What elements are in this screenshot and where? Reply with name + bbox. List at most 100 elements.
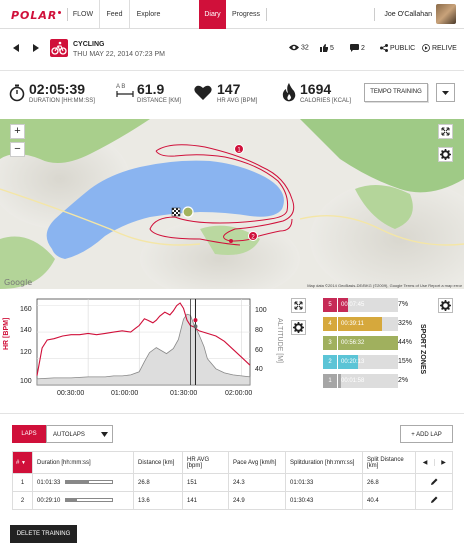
divider	[0, 413, 464, 414]
column-header[interactable]: Duration [hh:mm:ss]	[32, 451, 134, 474]
map-canvas[interactable]: 1 2	[0, 119, 464, 289]
thumbs-up-icon	[320, 44, 328, 52]
zone-number: 4	[323, 317, 337, 331]
relive-button[interactable]: RELIVE	[422, 44, 457, 52]
polar-logo[interactable]: POLAR	[11, 9, 62, 22]
y2-tick: 40	[255, 366, 263, 373]
edit-lap-button[interactable]	[415, 473, 453, 492]
likes-count[interactable]: 5	[320, 44, 334, 52]
column-header[interactable]: Distance [km]	[133, 451, 183, 474]
nav-flow[interactable]: FLOW	[67, 0, 99, 29]
edit-lap-button[interactable]	[415, 491, 453, 510]
next-arrow-icon[interactable]	[33, 44, 39, 52]
expand-icon	[441, 127, 450, 136]
visibility-public[interactable]: PUBLIC	[380, 44, 415, 52]
lap-duration: 01:01:33	[32, 473, 134, 492]
autolaps-label: AUTOLAPS	[53, 432, 85, 438]
duration-bar-fill	[66, 480, 89, 483]
user-name[interactable]: Joe O'Callahan	[384, 11, 432, 18]
column-next-icon[interactable]: ▶	[434, 459, 452, 466]
play-circle-icon	[422, 44, 430, 52]
previous-arrow-icon[interactable]	[13, 44, 19, 52]
sport-name: CYCLING	[73, 41, 105, 48]
eye-icon	[289, 44, 299, 51]
session-date: THU MAY 22, 2014 07:23 PM	[73, 51, 165, 58]
route-map[interactable]: 1 2 + − Google Map data ©2014 GeoBasis-D…	[0, 119, 464, 289]
table-row[interactable]: 2 00:29:10 13.6 141 24.9 01:30:43 40.4	[12, 491, 453, 510]
zone-time: 00:20:13	[341, 359, 365, 365]
zoom-out-button[interactable]: −	[10, 142, 25, 157]
nav-diary[interactable]: Diary	[199, 0, 226, 29]
duration-bar	[65, 479, 114, 484]
altitude-position-dot	[193, 324, 198, 329]
zone-percent: 7%	[398, 301, 409, 308]
views-count: 32	[289, 44, 309, 51]
position-dot	[229, 239, 233, 243]
zone-time: 00:07:45	[341, 302, 365, 308]
zone-time: 00:56:32	[341, 340, 365, 346]
column-header[interactable]: Split Distance [km]	[362, 451, 416, 474]
hr-avg-label: HR AVG [BPM]	[217, 98, 258, 104]
distance-label: DISTANCE [KM]	[137, 98, 181, 104]
add-lap-button[interactable]: + ADD LAP	[400, 425, 453, 443]
nav-explore[interactable]: Explore	[129, 0, 167, 29]
sport-zones-label: SPORT ZONES	[419, 324, 426, 375]
lap-duration-text: 00:29:10	[37, 497, 61, 504]
share-icon	[380, 44, 388, 52]
sort-column-header[interactable]: # ▼	[12, 451, 33, 474]
avatar[interactable]	[436, 4, 456, 24]
duration-bar-fill	[66, 498, 77, 501]
training-type-dropdown[interactable]	[436, 83, 455, 102]
zone-bar: 00:39:11	[338, 317, 398, 331]
training-type-button[interactable]: TEMPO TRAINING	[364, 83, 428, 102]
tab-autolaps[interactable]: AUTOLAPS	[46, 425, 113, 443]
cycling-icon	[50, 39, 68, 57]
column-header[interactable]: Pace Avg [km/h]	[228, 451, 286, 474]
laps-table: # ▼ Duration [hh:mm:ss] Distance [km] HR…	[12, 451, 453, 510]
lap-distance: 26.8	[133, 473, 183, 492]
column-nav: ◀ ▶	[415, 451, 453, 474]
flame-icon	[282, 83, 296, 102]
zoom-in-button[interactable]: +	[10, 124, 25, 139]
lap-splitduration: 01:01:33	[285, 473, 363, 492]
current-position-marker[interactable]	[182, 206, 194, 218]
column-header[interactable]: HR AVG [bpm]	[182, 451, 229, 474]
zone-percent: 2%	[398, 377, 409, 384]
hr-axis-label: HR [BPM]	[3, 317, 10, 350]
column-header[interactable]: Splitduration [hh:mm:ss]	[285, 451, 363, 474]
zone-number: 1	[323, 374, 337, 388]
delete-training-button[interactable]: DELETE TRAINING	[10, 525, 77, 543]
x-tick: 00:30:00	[57, 390, 85, 397]
nav-feed[interactable]: Feed	[99, 0, 129, 29]
gear-icon	[293, 322, 304, 333]
top-navigation: POLAR FLOW Feed Explore Diary Progress J…	[0, 0, 464, 29]
zone-bar: 00:01:58	[338, 374, 398, 388]
nav-progress[interactable]: Progress	[226, 0, 266, 29]
zones-settings-button[interactable]	[438, 298, 453, 313]
column-prev-icon[interactable]: ◀	[416, 459, 434, 466]
distance-ab-label: A B	[116, 84, 126, 90]
chevron-down-icon	[442, 91, 449, 95]
lap-duration: 00:29:10	[32, 491, 134, 510]
lap-hr: 151	[182, 473, 229, 492]
lap-pace: 24.9	[228, 491, 286, 510]
table-row[interactable]: 1 01:01:33 26.8 151 24.3 01:01:33 26.8	[12, 473, 453, 492]
y-tick: 140	[20, 327, 32, 334]
stopwatch-icon	[9, 84, 25, 102]
zone-percent: 32%	[398, 320, 413, 327]
pencil-icon	[431, 496, 438, 503]
zone-number: 3	[323, 336, 337, 350]
comments-count[interactable]: 2	[350, 44, 365, 52]
divider	[266, 8, 267, 21]
chart-settings-button[interactable]	[291, 320, 306, 335]
zone-percent: 44%	[398, 339, 413, 346]
fullscreen-button[interactable]	[438, 124, 453, 139]
map-settings-button[interactable]	[438, 147, 453, 162]
tab-laps[interactable]: LAPS	[12, 425, 46, 443]
pencil-icon	[431, 478, 438, 485]
zone-bar: 00:56:32	[338, 336, 398, 350]
zone-time: 00:01:58	[341, 378, 365, 384]
duration-value: 02:05:39	[29, 81, 86, 97]
chart-fullscreen-button[interactable]	[291, 298, 306, 313]
divider	[374, 8, 375, 21]
